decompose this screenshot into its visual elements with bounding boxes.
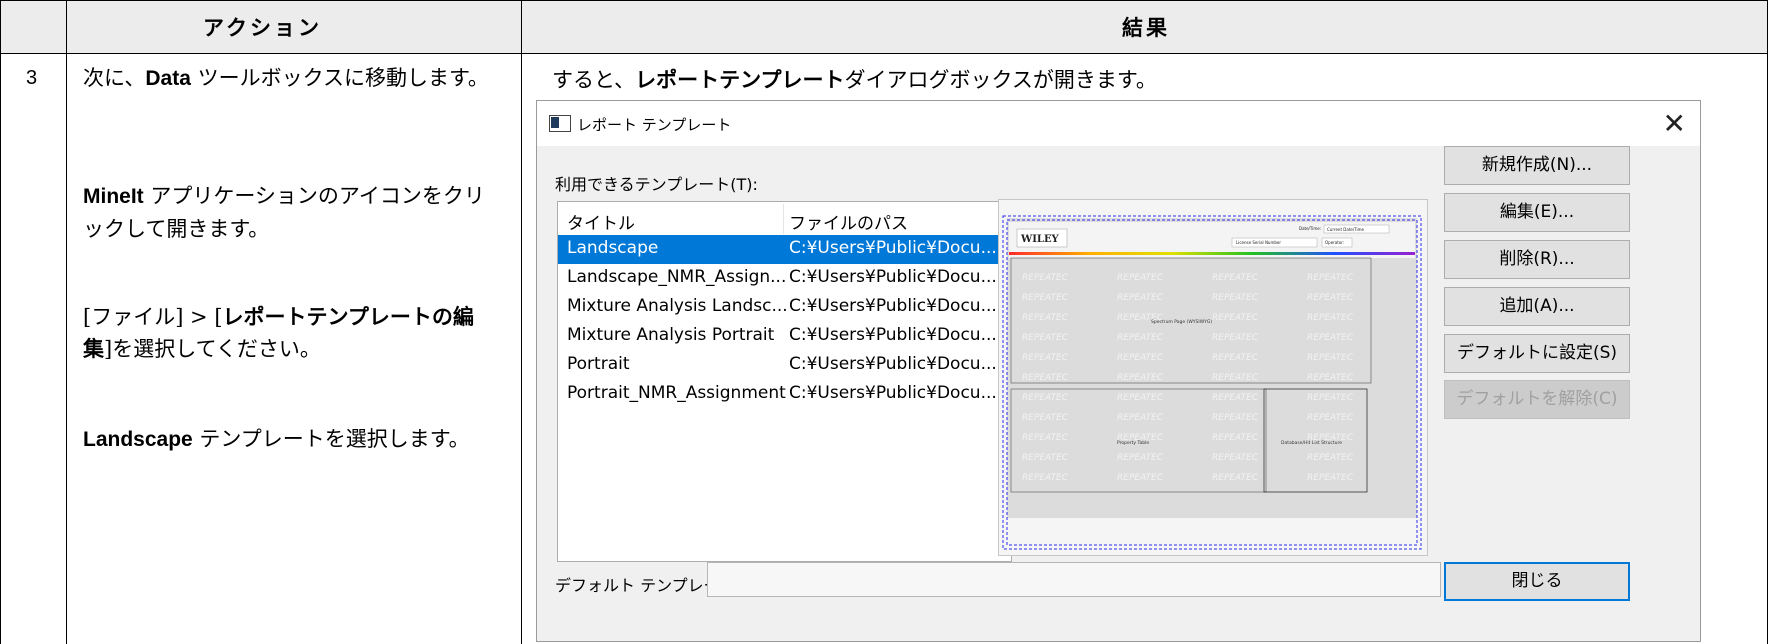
list-item[interactable]: Portrait_NMR_Assignment C:¥Users¥Public¥D… <box>558 380 1007 409</box>
column-title[interactable]: タイトル <box>567 209 635 234</box>
result-intro: すると、レポートテンプレートダイアログボックスが開きます。 <box>552 67 1157 92</box>
svg-text:REPEATEC: REPEATEC <box>1022 373 1069 383</box>
header-result: 結果 <box>1122 15 1170 40</box>
preview-spectrum-label: Spectrum Page (WYSIWYG) <box>1151 319 1212 325</box>
action-step-1: 次に、Data ツールボックスに移動します。 <box>83 66 489 90</box>
svg-text:REPEATEC: REPEATEC <box>1212 273 1259 283</box>
svg-text:REPEATEC: REPEATEC <box>1212 333 1259 343</box>
delete-button[interactable]: 削除(R)... <box>1444 240 1630 279</box>
template-list[interactable]: タイトル ファイルのパス Landscape C:¥Users¥Public¥Do… <box>557 201 1012 562</box>
list-item[interactable]: Landscape_NMR_Assign... C:¥Users¥Public¥D… <box>558 264 1007 293</box>
dialog-title: レポート テンプレート <box>577 116 732 134</box>
edit-button[interactable]: 編集(E)... <box>1444 193 1630 232</box>
svg-text:REPEATEC: REPEATEC <box>1117 293 1164 303</box>
svg-text:REPEATEC: REPEATEC <box>1117 393 1164 403</box>
svg-text:REPEATEC: REPEATEC <box>1307 313 1354 323</box>
clear-default-button[interactable]: デフォルトを解除(C) <box>1444 380 1630 419</box>
default-template-field[interactable] <box>707 562 1441 597</box>
close-button[interactable]: 閉じる <box>1444 562 1630 601</box>
action-step-2: MineIt アプリケーションのアイコンをクリックして開きます。 <box>83 184 485 241</box>
svg-text:REPEATEC: REPEATEC <box>1307 293 1354 303</box>
list-item[interactable]: Mixture Analysis Portrait C:¥Users¥Public… <box>558 322 1007 351</box>
svg-text:REPEATEC: REPEATEC <box>1307 373 1354 383</box>
preview-operator: Operator: <box>1325 240 1344 245</box>
preview-image: WILEY Date/Time: Current Date/Time Licen… <box>999 200 1427 555</box>
svg-text:REPEATEC: REPEATEC <box>1022 353 1069 363</box>
svg-text:REPEATEC: REPEATEC <box>1212 313 1259 323</box>
list-item[interactable]: Portrait C:¥Users¥Public¥Docu... <box>558 351 1007 380</box>
svg-text:REPEATEC: REPEATEC <box>1022 473 1069 483</box>
svg-text:REPEATEC: REPEATEC <box>1212 413 1259 423</box>
svg-text:REPEATEC: REPEATEC <box>1212 293 1259 303</box>
preview-database-label: Database/Hit List Structure <box>1281 440 1342 446</box>
svg-text:REPEATEC: REPEATEC <box>1212 453 1259 463</box>
svg-text:REPEATEC: REPEATEC <box>1117 413 1164 423</box>
add-button[interactable]: 追加(A)... <box>1444 287 1630 326</box>
svg-text:REPEATEC: REPEATEC <box>1022 433 1069 443</box>
header-action: アクション <box>203 15 322 40</box>
svg-text:REPEATEC: REPEATEC <box>1022 273 1069 283</box>
svg-text:REPEATEC: REPEATEC <box>1307 353 1354 363</box>
svg-text:REPEATEC: REPEATEC <box>1117 333 1164 343</box>
svg-text:REPEATEC: REPEATEC <box>1307 333 1354 343</box>
svg-text:REPEATEC: REPEATEC <box>1307 413 1354 423</box>
svg-text:REPEATEC: REPEATEC <box>1212 353 1259 363</box>
step-number: 3 <box>26 67 38 89</box>
svg-text:REPEATEC: REPEATEC <box>1307 393 1354 403</box>
close-icon[interactable]: ✕ <box>1663 107 1686 140</box>
set-default-button[interactable]: デフォルトに設定(S) <box>1444 334 1630 373</box>
svg-text:REPEATEC: REPEATEC <box>1022 293 1069 303</box>
svg-text:REPEATEC: REPEATEC <box>1212 473 1259 483</box>
svg-text:REPEATEC: REPEATEC <box>1022 413 1069 423</box>
svg-text:REPEATEC: REPEATEC <box>1022 393 1069 403</box>
svg-text:REPEATEC: REPEATEC <box>1117 473 1164 483</box>
app-icon <box>549 115 571 132</box>
svg-text:REPEATEC: REPEATEC <box>1212 433 1259 443</box>
svg-text:REPEATEC: REPEATEC <box>1117 453 1164 463</box>
svg-text:REPEATEC: REPEATEC <box>1022 313 1069 323</box>
template-preview: WILEY Date/Time: Current Date/Time Licen… <box>998 199 1428 556</box>
svg-text:REPEATEC: REPEATEC <box>1307 453 1354 463</box>
report-template-dialog: レポート テンプレート ✕ 利用できるテンプレート(T): タイトル ファイルの… <box>536 100 1701 642</box>
preview-logo: WILEY <box>1020 234 1060 245</box>
svg-text:REPEATEC: REPEATEC <box>1117 353 1164 363</box>
dialog-title-bar[interactable]: レポート テンプレート ✕ <box>537 101 1700 146</box>
preview-datetime-value: Current Date/Time <box>1327 227 1365 232</box>
available-templates-label: 利用できるテンプレート(T): <box>555 175 758 194</box>
svg-text:REPEATEC: REPEATEC <box>1307 473 1354 483</box>
column-file-path[interactable]: ファイルのパス <box>789 209 908 234</box>
preview-datetime-label: Date/Time: <box>1299 226 1321 231</box>
list-item[interactable]: Landscape C:¥Users¥Public¥Docu... <box>558 235 1007 264</box>
svg-text:REPEATEC: REPEATEC <box>1022 333 1069 343</box>
svg-text:REPEATEC: REPEATEC <box>1117 373 1164 383</box>
list-item[interactable]: Mixture Analysis Landsc... C:¥Users¥Publi… <box>558 293 1007 322</box>
svg-text:REPEATEC: REPEATEC <box>1022 453 1069 463</box>
svg-text:REPEATEC: REPEATEC <box>1212 393 1259 403</box>
new-button[interactable]: 新規作成(N)... <box>1444 146 1630 185</box>
list-header: タイトル ファイルのパス <box>558 202 1011 235</box>
action-step-3: [ファイル] > [レポートテンプレートの編集]を選択してください。 <box>83 304 474 361</box>
action-step-4: Landscape テンプレートを選択します。 <box>83 427 470 451</box>
preview-property-label: Property Table <box>1117 440 1149 446</box>
preview-license: License Serial Number <box>1236 240 1281 245</box>
svg-text:REPEATEC: REPEATEC <box>1307 273 1354 283</box>
svg-text:REPEATEC: REPEATEC <box>1117 273 1164 283</box>
svg-text:REPEATEC: REPEATEC <box>1212 373 1259 383</box>
